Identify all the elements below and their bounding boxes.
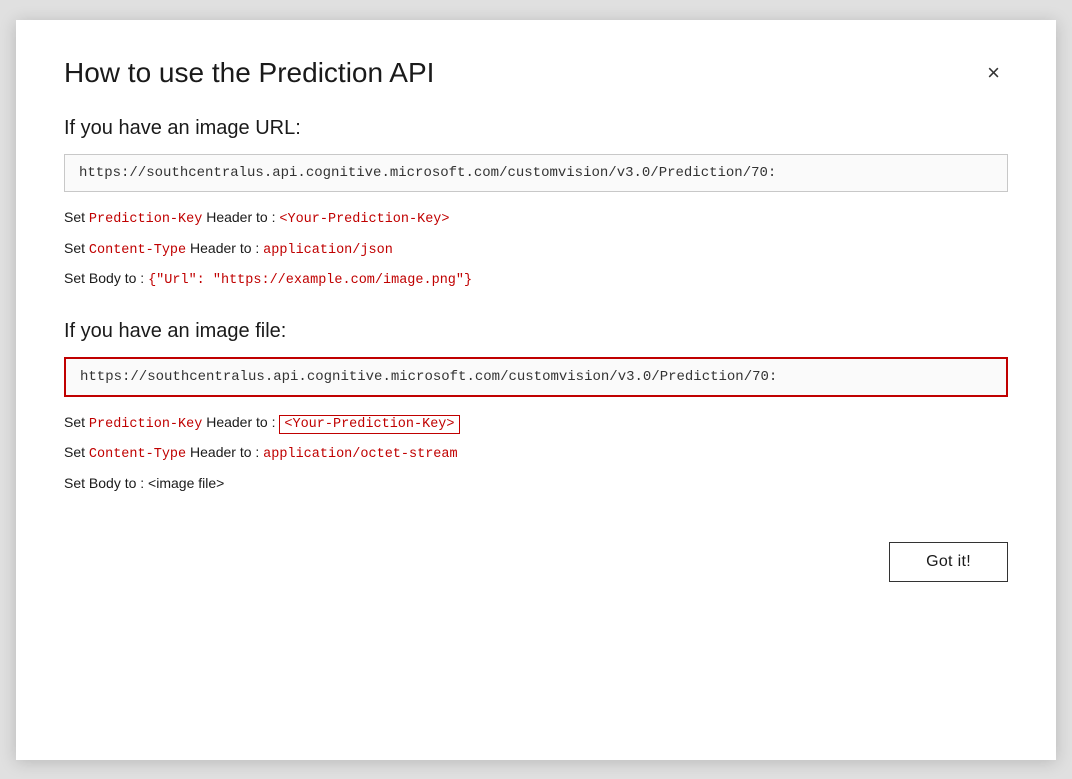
file-instruction-2: Set Content-Type Header to : application… (64, 441, 1008, 466)
url-instruction-2: Set Content-Type Header to : application… (64, 237, 1008, 262)
url-line1-prefix: Set (64, 209, 89, 225)
url-instruction-1: Set Prediction-Key Header to : <Your-Pre… (64, 206, 1008, 231)
file-line1-value: <Your-Prediction-Key> (279, 415, 459, 434)
dialog-footer: Got it! (64, 542, 1008, 582)
url-line2-value: application/json (263, 243, 393, 258)
url-line1-keyword: Prediction-Key (89, 212, 202, 227)
file-instruction-3: Set Body to : <image file> (64, 472, 1008, 494)
file-line2-value: application/octet-stream (263, 447, 457, 462)
url-line3-value: {"Url": "https://example.com/image.png"} (148, 273, 472, 288)
file-instruction-1: Set Prediction-Key Header to : <Your-Pre… (64, 411, 1008, 436)
close-button[interactable]: × (979, 58, 1008, 88)
url-line1-middle: Header to : (202, 209, 279, 225)
prediction-api-dialog: How to use the Prediction API × If you h… (16, 20, 1056, 760)
url-line2-prefix: Set (64, 240, 89, 256)
dialog-title: How to use the Prediction API (64, 56, 434, 90)
section-file-title: If you have an image file: (64, 320, 1008, 343)
file-line1-prefix: Set (64, 414, 89, 430)
file-line1-middle: Header to : (202, 414, 279, 430)
url-line2-middle: Header to : (186, 240, 263, 256)
url-box-url: https://southcentralus.api.cognitive.mic… (64, 154, 1008, 192)
section-url-title: If you have an image URL: (64, 117, 1008, 140)
section-file: If you have an image file: https://south… (64, 320, 1008, 495)
file-line3-prefix: Set Body to : <image file> (64, 475, 224, 491)
url-box-file: https://southcentralus.api.cognitive.mic… (64, 357, 1008, 397)
file-line2-prefix: Set (64, 444, 89, 460)
dialog-header: How to use the Prediction API × (64, 56, 1008, 90)
url-line3-prefix: Set Body to : (64, 270, 148, 286)
file-line2-keyword: Content-Type (89, 447, 186, 462)
url-line2-keyword: Content-Type (89, 243, 186, 258)
dialog-overlay: How to use the Prediction API × If you h… (0, 0, 1072, 779)
file-line2-middle: Header to : (186, 444, 263, 460)
section-url: If you have an image URL: https://southc… (64, 117, 1008, 292)
got-it-button[interactable]: Got it! (889, 542, 1008, 582)
file-line1-keyword: Prediction-Key (89, 417, 202, 432)
url-line1-value: <Your-Prediction-Key> (279, 212, 449, 227)
url-instruction-3: Set Body to : {"Url": "https://example.c… (64, 267, 1008, 292)
